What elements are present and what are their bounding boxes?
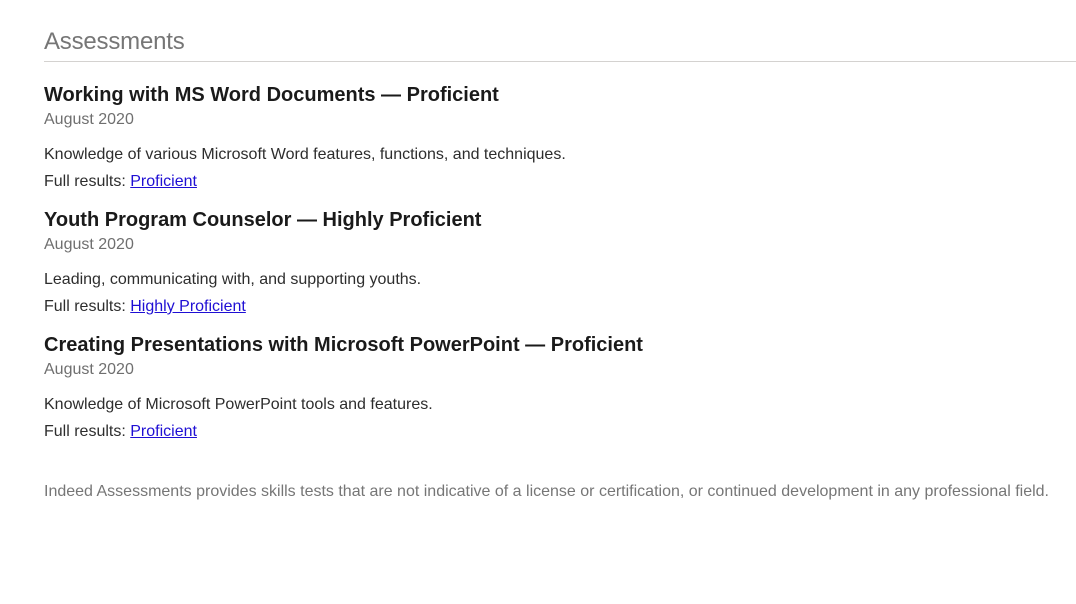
section-divider	[44, 61, 1076, 62]
assessment-date: August 2020	[44, 236, 134, 253]
results-link[interactable]: Proficient	[130, 423, 197, 440]
assessments-disclaimer: Indeed Assessments provides skills tests…	[44, 483, 1049, 500]
assessment-results: Full results: Proficient	[44, 422, 1076, 442]
assessment-item: Youth Program Counselor — Highly Profici…	[44, 208, 1076, 317]
assessment-description: Knowledge of Microsoft PowerPoint tools …	[44, 396, 433, 413]
assessment-results: Full results: Proficient	[44, 172, 1076, 192]
section-title: Assessments	[44, 28, 185, 55]
results-label: Full results:	[44, 423, 126, 440]
results-link[interactable]: Proficient	[130, 173, 197, 190]
results-link[interactable]: Highly Proficient	[130, 298, 246, 315]
assessment-title: Youth Program Counselor — Highly Profici…	[44, 209, 482, 231]
assessment-description: Leading, communicating with, and support…	[44, 271, 422, 288]
assessment-date: August 2020	[44, 111, 134, 128]
assessment-title: Working with MS Word Documents — Profici…	[44, 84, 499, 106]
assessment-item: Working with MS Word Documents — Profici…	[44, 83, 1076, 192]
assessment-item: Creating Presentations with Microsoft Po…	[44, 333, 1076, 442]
assessment-title: Creating Presentations with Microsoft Po…	[44, 334, 643, 356]
assessment-description: Knowledge of various Microsoft Word feat…	[44, 146, 566, 163]
assessment-results: Full results: Highly Proficient	[44, 297, 1076, 317]
results-label: Full results:	[44, 298, 126, 315]
assessment-date: August 2020	[44, 361, 134, 378]
results-label: Full results:	[44, 173, 126, 190]
assessments-section: Assessments Working with MS Word Documen…	[44, 0, 1076, 505]
